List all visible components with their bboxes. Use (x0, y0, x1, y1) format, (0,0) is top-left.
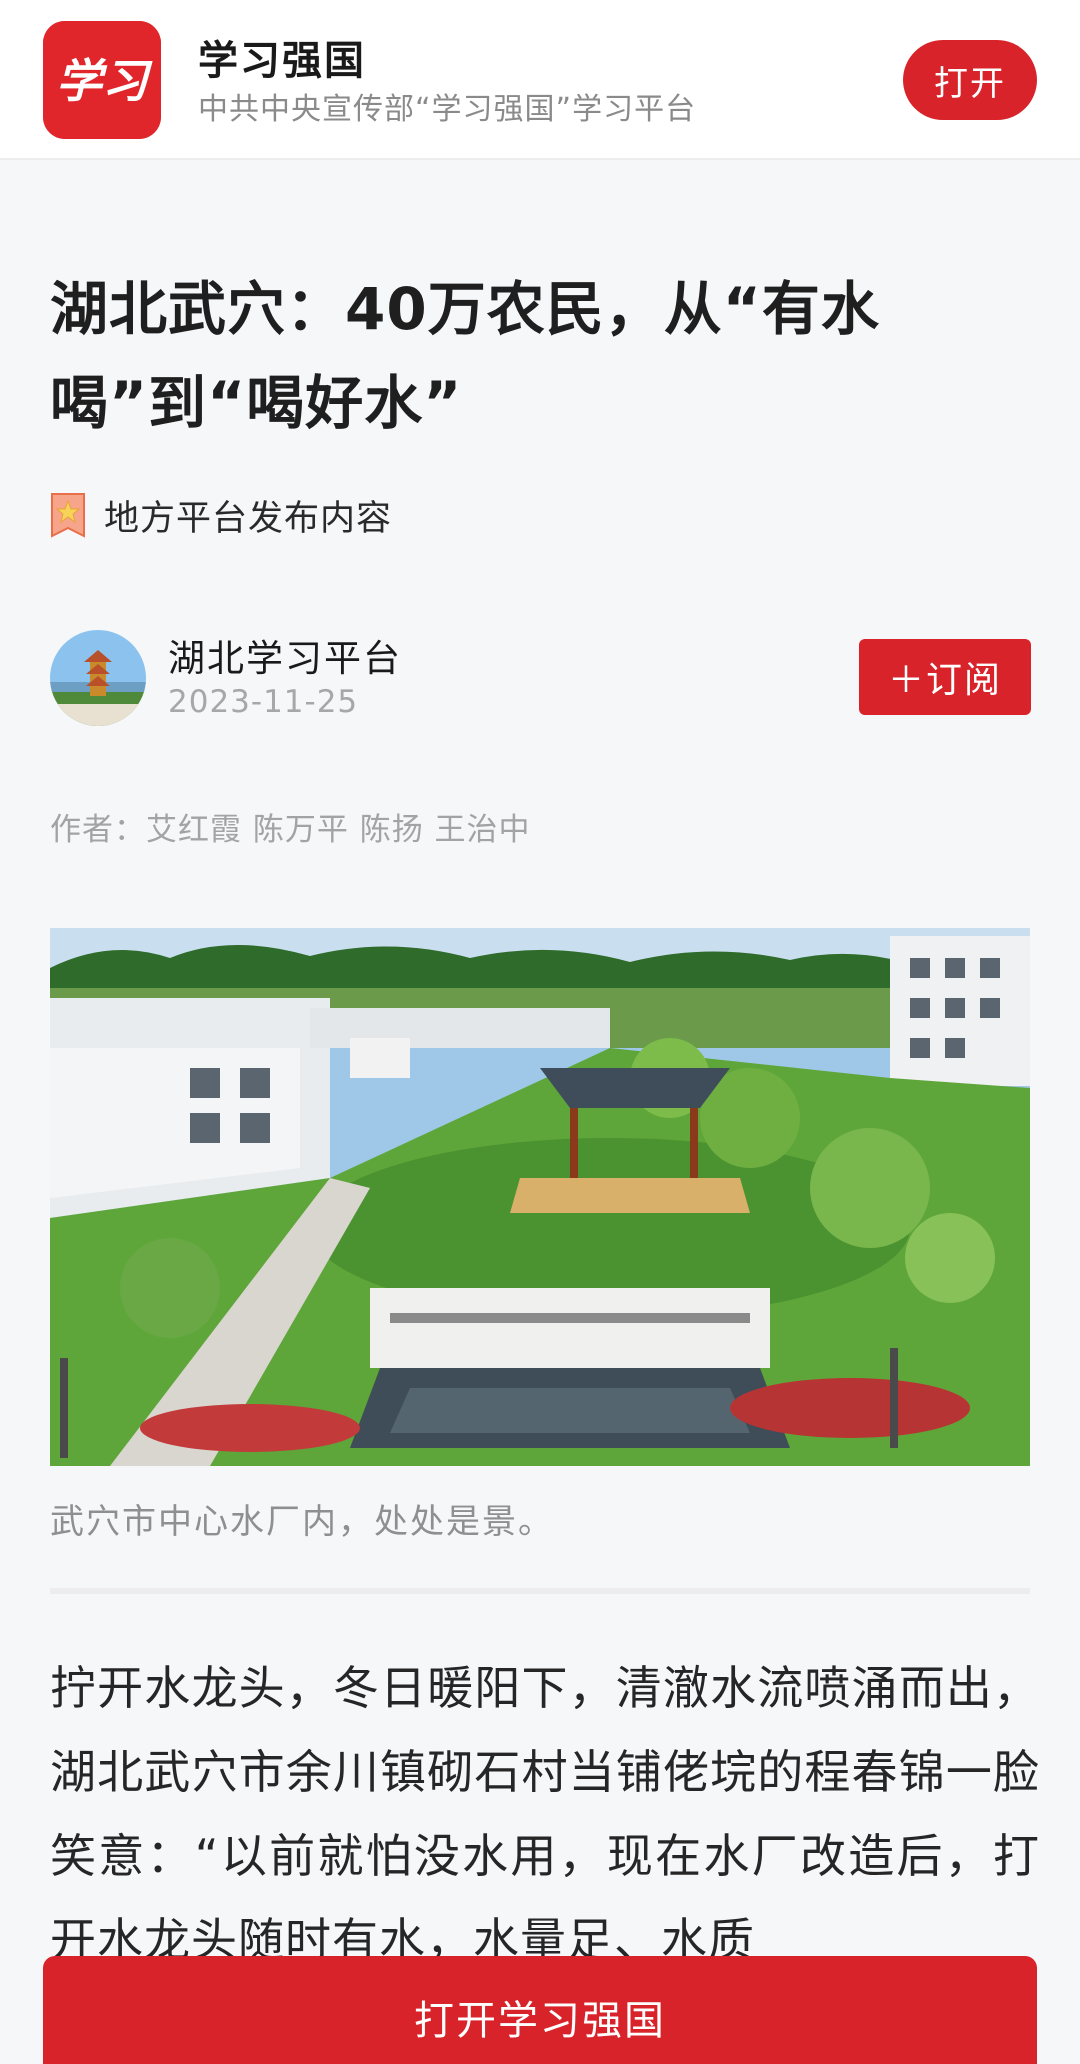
yellow-crane-tower-avatar (50, 630, 146, 726)
star-badge-icon (51, 493, 85, 538)
logo-text: 学习 (56, 54, 153, 108)
open-xuexi-button[interactable]: 打开学习强国 (43, 1956, 1037, 2064)
article-title: 湖北武穴：40万农民，从“有水喝”到“喝好水” (50, 275, 880, 437)
section-divider (50, 1588, 1030, 1594)
publisher-name[interactable]: 湖北学习平台 (168, 628, 402, 682)
article-page: 学习 学习强国 中共中央宣传部“学习强国”学习平台 打开 湖北武穴：40万农民，… (0, 0, 1080, 2064)
publisher-avatar[interactable] (50, 630, 146, 726)
open-app-button[interactable]: 打开 (903, 40, 1037, 120)
water-plant-photo (50, 928, 1030, 1466)
article-photo[interactable] (50, 928, 1030, 1466)
app-name: 学习强国 (198, 38, 366, 84)
article-authors: 作者：艾红霞 陈万平 陈扬 王治中 (50, 812, 531, 848)
publish-date: 2023-11-25 (168, 684, 359, 720)
logo-graphic: 学习 (43, 21, 161, 139)
photo-caption: 武穴市中心水厂内，处处是景。 (50, 1502, 554, 1542)
xuexi-logo-icon[interactable]: 学习 (43, 21, 161, 139)
source-label: 地方平台发布内容 (104, 498, 393, 539)
source-row: 地方平台发布内容 (50, 490, 392, 540)
subscribe-button[interactable]: ＋订阅 (859, 639, 1031, 715)
app-download-banner[interactable]: 学习 学习强国 中共中央宣传部“学习强国”学习平台 打开 (0, 0, 1080, 160)
app-description: 中共中央宣传部“学习强国”学习平台 (198, 92, 697, 127)
article-body: 拧开水龙头，冬日暖阳下，清澈水流喷涌而出，湖北武穴市余川镇砌石村当铺佬垸的程春锦… (50, 1661, 1040, 1967)
